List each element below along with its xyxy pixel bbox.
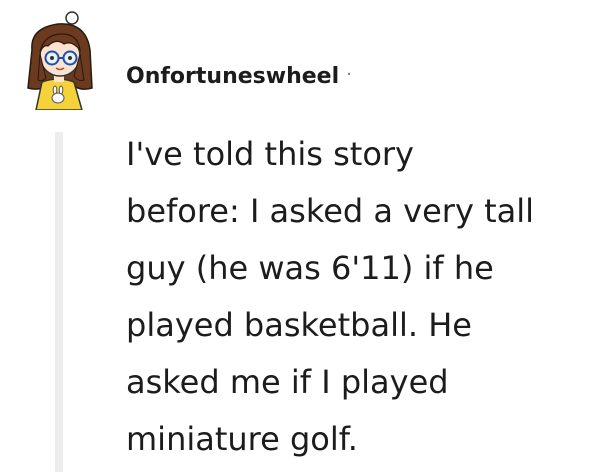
comment-body: I've told this story before: I asked a v… bbox=[126, 126, 586, 468]
meta-separator: · bbox=[346, 63, 352, 85]
comment-line: miniature golf. bbox=[126, 420, 358, 458]
comment-line: asked me if I played bbox=[126, 363, 449, 401]
comment-line: guy (he was 6'11) if he bbox=[126, 249, 494, 287]
comment-meta: Onfortuneswheel · bbox=[126, 60, 352, 92]
thread-collapse-line[interactable] bbox=[55, 132, 63, 472]
comment: Onfortuneswheel · I've told this story b… bbox=[0, 0, 599, 472]
comment-line: I've told this story bbox=[126, 135, 414, 173]
comment-line: before: I asked a very tall bbox=[126, 192, 534, 230]
username-link[interactable]: Onfortuneswheel bbox=[126, 64, 339, 89]
user-avatar[interactable] bbox=[18, 10, 110, 111]
comment-line: played basketball. He bbox=[126, 306, 472, 344]
avatar-illustration bbox=[27, 11, 93, 111]
